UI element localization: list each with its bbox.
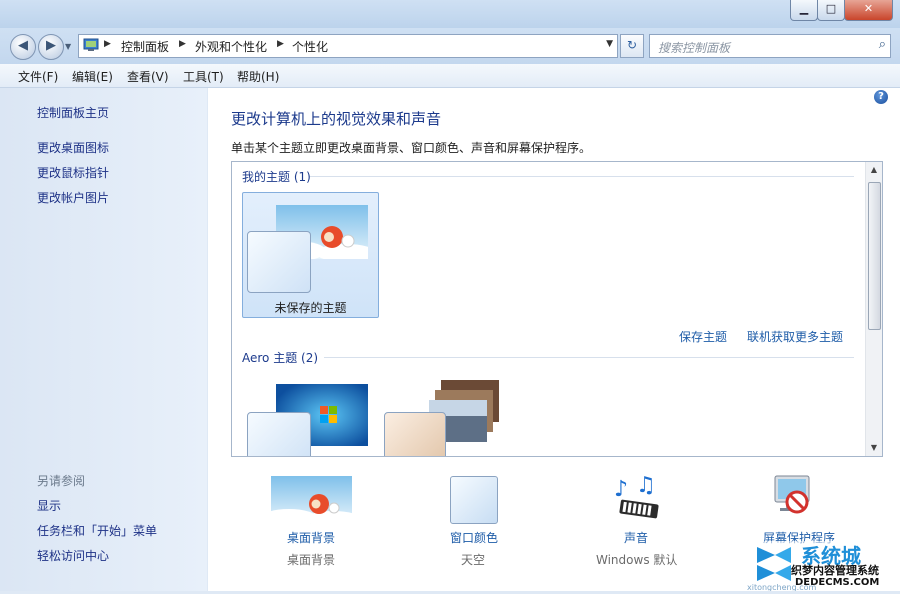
page-description: 单击某个主题立即更改桌面背景、窗口颜色、声音和屏幕保护程序。 (231, 141, 592, 155)
minimize-button[interactable]: ▁ (790, 0, 818, 21)
search-input[interactable]: 搜索控制面板 ⌕ (649, 34, 891, 58)
search-placeholder: 搜索控制面板 (658, 41, 731, 55)
watermark-logo: 系统城 织梦内容管理系统 DEDECMS.COM xitongcheng.com (745, 541, 895, 592)
scroll-down-icon[interactable]: ▼ (866, 440, 882, 456)
maximize-button[interactable]: □ (817, 0, 845, 21)
window-preview (247, 231, 311, 293)
scroll-thumb[interactable] (868, 182, 881, 330)
svg-text:xitongcheng.com: xitongcheng.com (747, 583, 817, 591)
help-icon[interactable]: ? (874, 90, 888, 104)
svg-text:♪: ♪ (614, 477, 628, 502)
desktop-background-label[interactable]: 桌面背景 (287, 529, 335, 546)
address-toolbar: ◀ ▶ ▼ ▶ 控制面板 ▶ 外观和个性化 ▶ 个性化 ▼ ↻ 搜索控制面板 ⌕ (0, 28, 900, 64)
window-preview (247, 412, 311, 456)
svg-text:织梦内容管理系统: 织梦内容管理系统 (791, 563, 879, 577)
sidebar-display[interactable]: 显示 (37, 497, 61, 514)
get-more-themes-link[interactable]: 联机获取更多主题 (747, 328, 843, 345)
window-color-value: 天空 (461, 553, 486, 567)
sidebar-change-mouse-pointers[interactable]: 更改鼠标指针 (37, 164, 109, 181)
sidebar-control-panel-home[interactable]: 控制面板主页 (37, 104, 109, 121)
breadcrumb-control-panel[interactable]: 控制面板 (121, 38, 169, 55)
theme-tile-label: 未保存的主题 (274, 301, 347, 315)
aero-themes-heading: Aero 主题 (2) (242, 351, 319, 365)
menu-help[interactable]: 帮助(H) (237, 68, 279, 85)
page-title: 更改计算机上的视觉效果和声音 (231, 110, 442, 128)
refresh-button[interactable]: ↻ (620, 34, 644, 58)
search-icon[interactable]: ⌕ (879, 37, 886, 52)
sound-label[interactable]: 声音 (624, 529, 648, 546)
window-preview (384, 412, 446, 456)
sidebar: 控制面板主页 更改桌面图标 更改鼠标指针 更改帐户图片 另请参阅 显示 任务栏和… (0, 88, 207, 591)
sidebar-change-account-picture[interactable]: 更改帐户图片 (37, 189, 109, 206)
window-color-label[interactable]: 窗口颜色 (450, 529, 498, 546)
menu-edit[interactable]: 编辑(E) (72, 68, 113, 85)
screensaver-icon (774, 475, 810, 514)
theme-list: 我的主题 (1) 未保存的主题 保存主题 联机获取更多主题 Aero 主题 (2… (231, 161, 883, 457)
group-divider (324, 357, 854, 358)
menu-tools[interactable]: 工具(T) (183, 68, 224, 85)
recent-pages-chevron-down-icon[interactable]: ▼ (65, 42, 71, 51)
save-theme-link[interactable]: 保存主题 (679, 328, 727, 345)
my-themes-heading: 我的主题 (1) (242, 170, 311, 184)
sidebar-change-desktop-icons[interactable]: 更改桌面图标 (37, 139, 109, 156)
sidebar-ease-of-access[interactable]: 轻松访问中心 (37, 547, 109, 564)
desktop-background-icon (271, 476, 352, 524)
breadcrumb-separator-icon: ▶ (277, 39, 284, 49)
title-bar: ▁ □ ✕ (0, 0, 900, 28)
sidebar-taskbar-start-menu[interactable]: 任务栏和「开始」菜单 (37, 522, 157, 539)
see-also-heading: 另请参阅 (37, 474, 86, 488)
sound-value: Windows 默认 (596, 553, 678, 567)
menu-bar: 文件(F) 编辑(E) 查看(V) 工具(T) 帮助(H) (0, 64, 900, 88)
address-field[interactable]: ▶ 控制面板 ▶ 外观和个性化 ▶ 个性化 ▼ (78, 34, 618, 58)
back-button[interactable]: ◀ (10, 34, 36, 60)
scroll-up-icon[interactable]: ▲ (866, 162, 882, 178)
window-color-icon (450, 476, 498, 524)
group-divider (310, 176, 854, 177)
theme-list-scrollbar[interactable]: ▲ ▼ (865, 162, 882, 456)
close-button[interactable]: ✕ (844, 0, 893, 21)
control-panel-icon (83, 38, 99, 51)
menu-view[interactable]: 查看(V) (127, 68, 169, 85)
theme-tile-unsaved[interactable]: 未保存的主题 (242, 192, 379, 318)
svg-text:♫: ♫ (636, 474, 656, 498)
breadcrumb-appearance[interactable]: 外观和个性化 (195, 38, 267, 55)
address-history-chevron-down-icon[interactable]: ▼ (606, 39, 613, 49)
breadcrumb-separator-icon: ▶ (104, 39, 111, 49)
sound-icon: ♪ ♫ (614, 474, 659, 519)
forward-button[interactable]: ▶ (38, 34, 64, 60)
breadcrumb-separator-icon: ▶ (179, 39, 186, 49)
menu-file[interactable]: 文件(F) (18, 68, 58, 85)
breadcrumb-personalization[interactable]: 个性化 (292, 38, 328, 55)
desktop-background-value: 桌面背景 (287, 553, 336, 567)
